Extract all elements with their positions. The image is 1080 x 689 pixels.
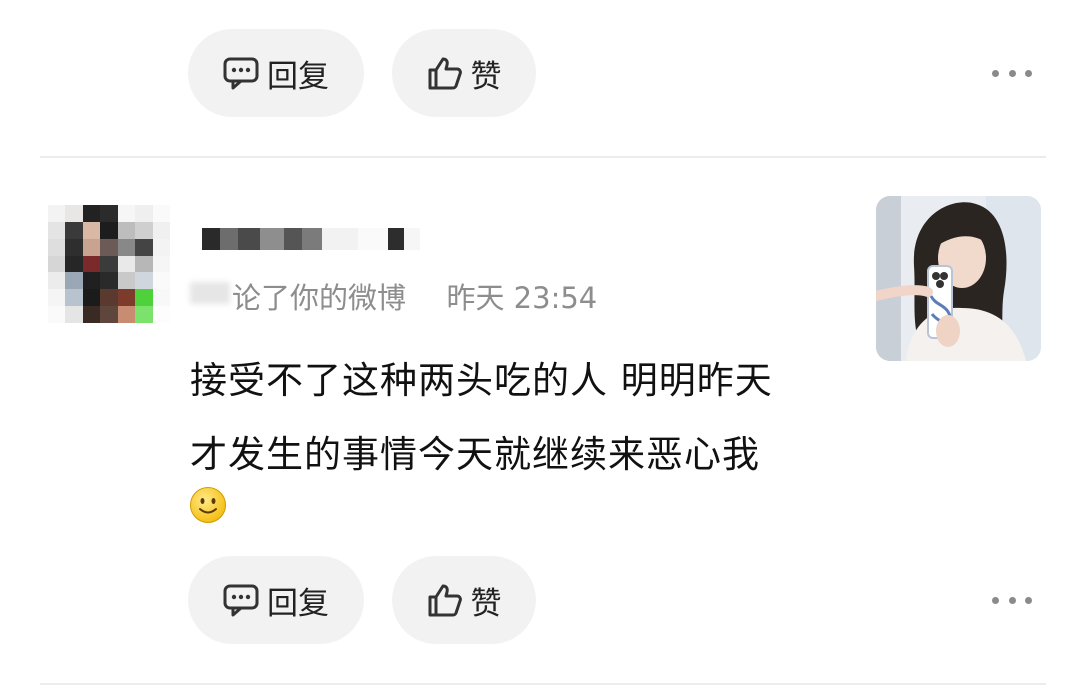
reply-label: 回复 bbox=[267, 585, 329, 622]
reply-button[interactable]: 回复 bbox=[188, 556, 364, 644]
comment-text-line2: 才发生的事情今天就继续来恶心我 bbox=[190, 433, 760, 476]
weibo-post-thumbnail[interactable] bbox=[876, 196, 1041, 361]
smile-emoji-icon bbox=[190, 487, 226, 523]
divider bbox=[40, 683, 1046, 685]
more-dots-icon[interactable] bbox=[992, 65, 1032, 81]
like-label: 赞 bbox=[470, 58, 502, 95]
avatar[interactable] bbox=[48, 205, 170, 323]
comment-text-line1: 接受不了这种两头吃的人 明明昨天 bbox=[190, 359, 773, 402]
like-button[interactable]: 赞 bbox=[392, 556, 536, 644]
reply-label: 回复 bbox=[267, 58, 329, 95]
divider bbox=[40, 156, 1046, 158]
comment-bubble-icon bbox=[223, 57, 259, 90]
comment-timestamp: 昨天 23:54 bbox=[446, 281, 598, 315]
like-label: 赞 bbox=[470, 585, 502, 622]
thumbs-up-icon bbox=[428, 57, 462, 90]
comment-bubble-icon bbox=[223, 584, 259, 617]
thumbs-up-icon bbox=[428, 584, 462, 617]
comment-meta: 论了你的微博 昨天 23:54 bbox=[232, 275, 597, 317]
meta-action: 论了你的微博 bbox=[232, 281, 407, 315]
reply-button[interactable]: 回复 bbox=[188, 29, 364, 117]
redacted-text bbox=[190, 282, 230, 304]
more-dots-icon[interactable] bbox=[992, 592, 1032, 608]
username-redacted[interactable] bbox=[202, 222, 420, 256]
like-button[interactable]: 赞 bbox=[392, 29, 536, 117]
